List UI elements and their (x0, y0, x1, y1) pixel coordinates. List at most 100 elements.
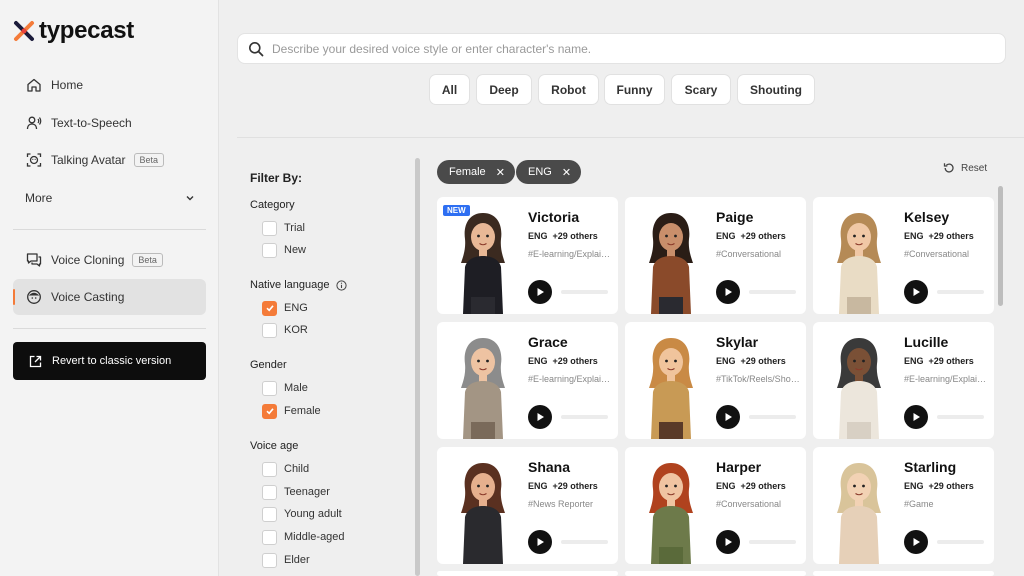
checkbox[interactable] (262, 380, 277, 396)
checkbox[interactable] (262, 242, 277, 258)
play-button[interactable] (904, 405, 928, 429)
sidebar-item-voice-cloning[interactable]: Voice Cloning Beta (13, 242, 206, 278)
audio-progress-bar[interactable] (561, 415, 608, 419)
voice-card[interactable]: NEW Victoria ENG +29 others #E-learning/Exp… (437, 197, 618, 314)
checkbox[interactable] (262, 220, 277, 236)
filter-option-child[interactable]: Child (262, 461, 309, 477)
audio-progress-bar[interactable] (937, 290, 984, 294)
filter-option-middle-aged[interactable]: Middle-aged (262, 529, 345, 545)
reset-button[interactable]: Reset (943, 162, 987, 174)
active-tag-female[interactable]: Female ✕ (437, 160, 515, 184)
voice-lang: ENG (716, 356, 736, 366)
checkbox[interactable] (262, 506, 277, 522)
voice-card[interactable]: Kelsey ENG +29 others #Conversational (813, 197, 994, 314)
checkbox-checked[interactable] (262, 403, 277, 419)
more-menu-toggle[interactable]: More (25, 188, 195, 208)
voice-name: Shana (528, 459, 571, 475)
close-icon[interactable]: ✕ (562, 166, 571, 179)
checkbox[interactable] (262, 484, 277, 500)
chip-deep[interactable]: Deep (476, 74, 532, 105)
play-button[interactable] (904, 280, 928, 304)
filter-option-eng[interactable]: ENG (262, 300, 308, 316)
close-icon[interactable]: ✕ (496, 166, 505, 179)
play-icon (725, 413, 732, 421)
voice-languages: ENG +29 others (904, 231, 974, 241)
voice-style-tag: #TikTok/Reels/Shorts (716, 374, 800, 384)
voice-name: Kelsey (904, 209, 950, 225)
voice-card[interactable]: Grace ENG +29 others #E-learning/Explainer (437, 322, 618, 439)
audio-progress-bar[interactable] (749, 290, 796, 294)
audio-progress-bar[interactable] (937, 540, 984, 544)
revert-classic-button[interactable]: Revert to classic version (13, 342, 206, 380)
play-button[interactable] (716, 530, 740, 554)
filter-option-elder[interactable]: Elder (262, 552, 310, 568)
character-avatar (649, 338, 693, 439)
active-tag-eng[interactable]: ENG ✕ (516, 160, 582, 184)
audio-progress-bar[interactable] (561, 290, 608, 294)
checkbox[interactable] (262, 322, 277, 338)
character-avatar (837, 213, 881, 314)
chip-all[interactable]: All (429, 74, 470, 105)
checkbox[interactable] (262, 461, 277, 477)
play-button[interactable] (528, 530, 552, 554)
voice-style-tag: #Game (904, 499, 934, 509)
voice-grid-scrollbar[interactable] (998, 186, 1003, 306)
search-bar[interactable] (237, 33, 1006, 64)
voice-card[interactable]: Lucille ENG +29 others #E-learning/Explain… (813, 322, 994, 439)
search-icon (249, 41, 264, 56)
filter-option-label: Female (284, 405, 321, 417)
info-icon[interactable] (335, 279, 347, 291)
filter-option-new[interactable]: New (262, 242, 306, 258)
audio-progress-bar[interactable] (937, 415, 984, 419)
character-avatar (837, 338, 881, 439)
filter-option-male[interactable]: Male (262, 380, 308, 396)
voice-name: Paige (716, 209, 754, 225)
sidebar-item-voice-casting[interactable]: Voice Casting (13, 279, 206, 315)
voice-name: Victoria (528, 209, 580, 225)
filter-heading-native-language: Native language (250, 279, 347, 291)
filter-panel-scrollbar[interactable] (415, 158, 420, 576)
voice-languages: ENG +29 others (528, 356, 598, 366)
character-avatar (461, 213, 505, 314)
search-input[interactable] (272, 41, 1005, 56)
play-icon (725, 538, 732, 546)
header-divider (237, 137, 1024, 138)
voice-languages: ENG +29 others (716, 356, 786, 366)
filter-option-kor[interactable]: KOR (262, 322, 308, 338)
filter-option-teenager[interactable]: Teenager (262, 484, 330, 500)
filter-option-young-adult[interactable]: Young adult (262, 506, 342, 522)
voice-card[interactable]: Skylar ENG +29 others #TikTok/Reels/Shorts (625, 322, 806, 439)
play-button[interactable] (904, 530, 928, 554)
audio-progress-bar[interactable] (561, 540, 608, 544)
play-button[interactable] (528, 405, 552, 429)
voice-card[interactable]: Harper ENG +29 others #Conversational (625, 447, 806, 564)
chat-icon (25, 251, 43, 269)
sidebar-item-label: Voice Casting (51, 290, 125, 304)
play-button[interactable] (716, 405, 740, 429)
voice-card-partial (437, 571, 618, 576)
audio-progress-bar[interactable] (749, 540, 796, 544)
sidebar-item-talking-avatar[interactable]: Talking Avatar Beta (13, 142, 206, 178)
filter-option-label: Trial (284, 222, 305, 234)
sidebar-item-home[interactable]: Home (13, 67, 206, 103)
filter-option-female[interactable]: Female (262, 403, 321, 419)
checkbox[interactable] (262, 529, 277, 545)
brand-logo[interactable]: typecast (13, 16, 134, 46)
play-icon (537, 538, 544, 546)
voice-card[interactable]: Starling ENG +29 others #Game (813, 447, 994, 564)
play-button[interactable] (528, 280, 552, 304)
checkbox-checked[interactable] (262, 300, 277, 316)
audio-progress-bar[interactable] (749, 415, 796, 419)
checkbox[interactable] (262, 552, 277, 568)
sidebar-item-text-to-speech[interactable]: Text-to-Speech (13, 105, 206, 141)
voice-card[interactable]: Paige ENG +29 others #Conversational (625, 197, 806, 314)
filter-option-trial[interactable]: Trial (262, 220, 305, 236)
play-button[interactable] (716, 280, 740, 304)
chip-robot[interactable]: Robot (538, 74, 599, 105)
chip-funny[interactable]: Funny (604, 74, 665, 105)
voice-lang: ENG (904, 481, 924, 491)
chip-shouting[interactable]: Shouting (737, 74, 815, 105)
voice-card[interactable]: Shana ENG +29 others #News Reporter (437, 447, 618, 564)
voice-lang: ENG (528, 231, 548, 241)
chip-scary[interactable]: Scary (671, 74, 731, 105)
